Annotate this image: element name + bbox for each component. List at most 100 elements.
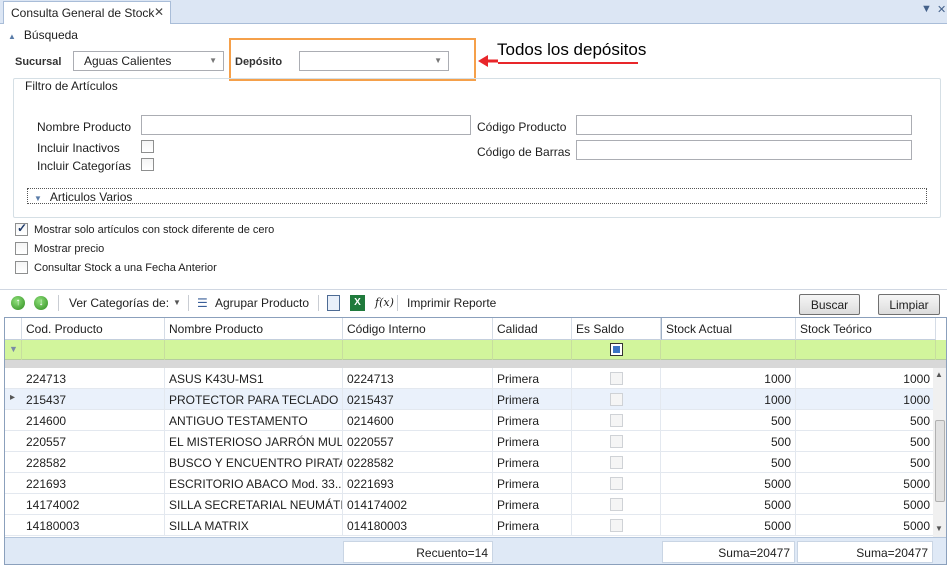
filter-cell[interactable] (572, 340, 661, 360)
cell-es-saldo[interactable] (572, 494, 661, 515)
cell-cod-producto[interactable]: 14180003 (22, 515, 165, 536)
cell-stock-teorico[interactable]: 500 (796, 410, 935, 431)
cell-nombre-producto[interactable]: ANTIGUO TESTAMENTO (165, 410, 343, 431)
cell-codigo-interno[interactable]: 0214600 (343, 410, 493, 431)
buscar-button[interactable]: Buscar (799, 294, 860, 315)
table-row[interactable]: 228582 BUSCO Y ENCUENTRO PIRATAS 0228582 Pr… (5, 452, 935, 473)
cell-stock-teorico[interactable]: 500 (796, 431, 935, 452)
cell-nombre-producto[interactable]: ESCRITORIO ABACO Mod. 33... (165, 473, 343, 494)
cell-stock-teorico[interactable]: 5000 (796, 494, 935, 515)
cell-nombre-producto[interactable]: SILLA SECRETARIAL NEUMÁTI... (165, 494, 343, 515)
sucursal-combo[interactable]: Aguas Calientes ▼ (73, 51, 224, 71)
es-saldo-checkbox[interactable] (610, 477, 623, 490)
cell-nombre-producto[interactable]: EL MISTERIOSO JARRÓN MUL... (165, 431, 343, 452)
cell-es-saldo[interactable] (572, 515, 661, 536)
mostrar-precio-checkbox[interactable] (15, 242, 28, 255)
cell-stock-actual[interactable]: 500 (661, 452, 796, 473)
cell-es-saldo[interactable] (572, 410, 661, 431)
cell-stock-teorico[interactable]: 5000 (796, 515, 935, 536)
cell-es-saldo[interactable] (572, 473, 661, 494)
ver-categorias-dropdown[interactable]: Ver Categorías de: (69, 296, 169, 310)
cell-es-saldo[interactable] (572, 452, 661, 473)
es-saldo-checkbox[interactable] (610, 393, 623, 406)
vertical-scrollbar[interactable]: ▲ ▼ (933, 368, 946, 537)
cell-cod-producto[interactable]: 220557 (22, 431, 165, 452)
formula-icon[interactable]: f(x) (375, 296, 394, 309)
table-row[interactable]: 214600 ANTIGUO TESTAMENTO 0214600 Primera 50… (5, 410, 935, 431)
es-saldo-checkbox[interactable] (610, 498, 623, 511)
arrow-down-icon[interactable]: ↓ (34, 296, 48, 310)
grid-filter-row[interactable]: ▼ (5, 340, 946, 360)
articulos-varios-expander[interactable]: ▼ Articulos Varios (27, 188, 927, 204)
chevron-down-icon[interactable]: ▼ (173, 298, 181, 307)
cell-calidad[interactable]: Primera (493, 473, 572, 494)
cell-codigo-interno[interactable]: 0224713 (343, 368, 493, 389)
scrollbar-thumb[interactable] (935, 420, 945, 502)
document-icon[interactable] (327, 295, 340, 311)
es-saldo-checkbox[interactable] (610, 372, 623, 385)
col-header-nombre-producto[interactable]: Nombre Producto (165, 318, 343, 340)
cell-codigo-interno[interactable]: 0220557 (343, 431, 493, 452)
cell-stock-actual[interactable]: 5000 (661, 473, 796, 494)
arrow-up-icon[interactable]: ↑ (11, 296, 25, 310)
col-header-calidad[interactable]: Calidad (493, 318, 572, 340)
cell-calidad[interactable]: Primera (493, 389, 572, 410)
col-header-stock-actual[interactable]: Stock Actual (661, 318, 796, 340)
cell-es-saldo[interactable] (572, 368, 661, 389)
cell-stock-teorico[interactable]: 5000 (796, 473, 935, 494)
cell-cod-producto[interactable]: 215437 (22, 389, 165, 410)
table-row[interactable]: 224713 ASUS K43U-MS1 0224713 Primera 1000 100… (5, 368, 935, 389)
es-saldo-checkbox[interactable] (610, 456, 623, 469)
col-header-es-saldo[interactable]: Es Saldo (572, 318, 661, 340)
cell-calidad[interactable]: Primera (493, 494, 572, 515)
cell-cod-producto[interactable]: 214600 (22, 410, 165, 431)
filter-cell[interactable] (22, 340, 165, 360)
cell-nombre-producto[interactable]: ASUS K43U-MS1 (165, 368, 343, 389)
filter-cell[interactable] (796, 340, 936, 360)
imprimir-reporte-button[interactable]: Imprimir Reporte (407, 296, 496, 310)
cell-calidad[interactable]: Primera (493, 452, 572, 473)
cell-codigo-interno[interactable]: 0228582 (343, 452, 493, 473)
table-row[interactable]: 14174002 SILLA SECRETARIAL NEUMÁTI... 0141… (5, 494, 935, 515)
scroll-up-icon[interactable]: ▲ (935, 370, 943, 379)
search-section-header[interactable]: ▲ Búsqueda (8, 28, 78, 42)
table-row[interactable]: 14180003 SILLA MATRIX 014180003 Primera 5000… (5, 515, 935, 536)
scroll-down-icon[interactable]: ▼ (935, 524, 943, 533)
es-saldo-checkbox[interactable] (610, 414, 623, 427)
cell-es-saldo[interactable] (572, 389, 661, 410)
cell-es-saldo[interactable] (572, 431, 661, 452)
filter-cell[interactable] (343, 340, 493, 360)
cell-stock-actual[interactable]: 1000 (661, 389, 796, 410)
cell-stock-teorico[interactable]: 1000 (796, 368, 935, 389)
es-saldo-checkbox[interactable] (610, 519, 623, 532)
cell-stock-actual[interactable]: 500 (661, 410, 796, 431)
codigo-barras-input[interactable] (576, 140, 912, 160)
cell-codigo-interno[interactable]: 014180003 (343, 515, 493, 536)
table-row[interactable]: ▸ 215437 PROTECTOR PARA TECLADO I... 021543… (5, 389, 935, 410)
cell-nombre-producto[interactable]: PROTECTOR PARA TECLADO I... (165, 389, 343, 410)
es-saldo-checkbox[interactable] (610, 435, 623, 448)
filter-cell[interactable] (493, 340, 572, 360)
cell-calidad[interactable]: Primera (493, 431, 572, 452)
tab-close-icon[interactable]: ✕ (154, 5, 164, 19)
incluir-categorias-checkbox[interactable] (141, 158, 154, 171)
col-header-codigo-interno[interactable]: Código Interno (343, 318, 493, 340)
fecha-anterior-checkbox[interactable] (15, 261, 28, 274)
cell-calidad[interactable]: Primera (493, 368, 572, 389)
solo-stock-checkbox[interactable] (15, 221, 28, 236)
cell-stock-teorico[interactable]: 500 (796, 452, 935, 473)
filter-cell[interactable] (661, 340, 796, 360)
cell-nombre-producto[interactable]: SILLA MATRIX (165, 515, 343, 536)
cell-calidad[interactable]: Primera (493, 410, 572, 431)
cell-codigo-interno[interactable]: 0221693 (343, 473, 493, 494)
col-header-stock-teorico[interactable]: Stock Teórico (796, 318, 936, 340)
cell-stock-teorico[interactable]: 1000 (796, 389, 935, 410)
incluir-inactivos-checkbox[interactable] (141, 140, 154, 153)
close-window-icon[interactable]: ✕ (937, 3, 946, 16)
nombre-producto-input[interactable] (141, 115, 471, 135)
cell-stock-actual[interactable]: 1000 (661, 368, 796, 389)
excel-icon[interactable]: X (350, 295, 365, 311)
table-row[interactable]: 220557 EL MISTERIOSO JARRÓN MUL... 0220557… (5, 431, 935, 452)
dropdown-icon[interactable]: ▼ (921, 3, 932, 15)
cell-cod-producto[interactable]: 221693 (22, 473, 165, 494)
